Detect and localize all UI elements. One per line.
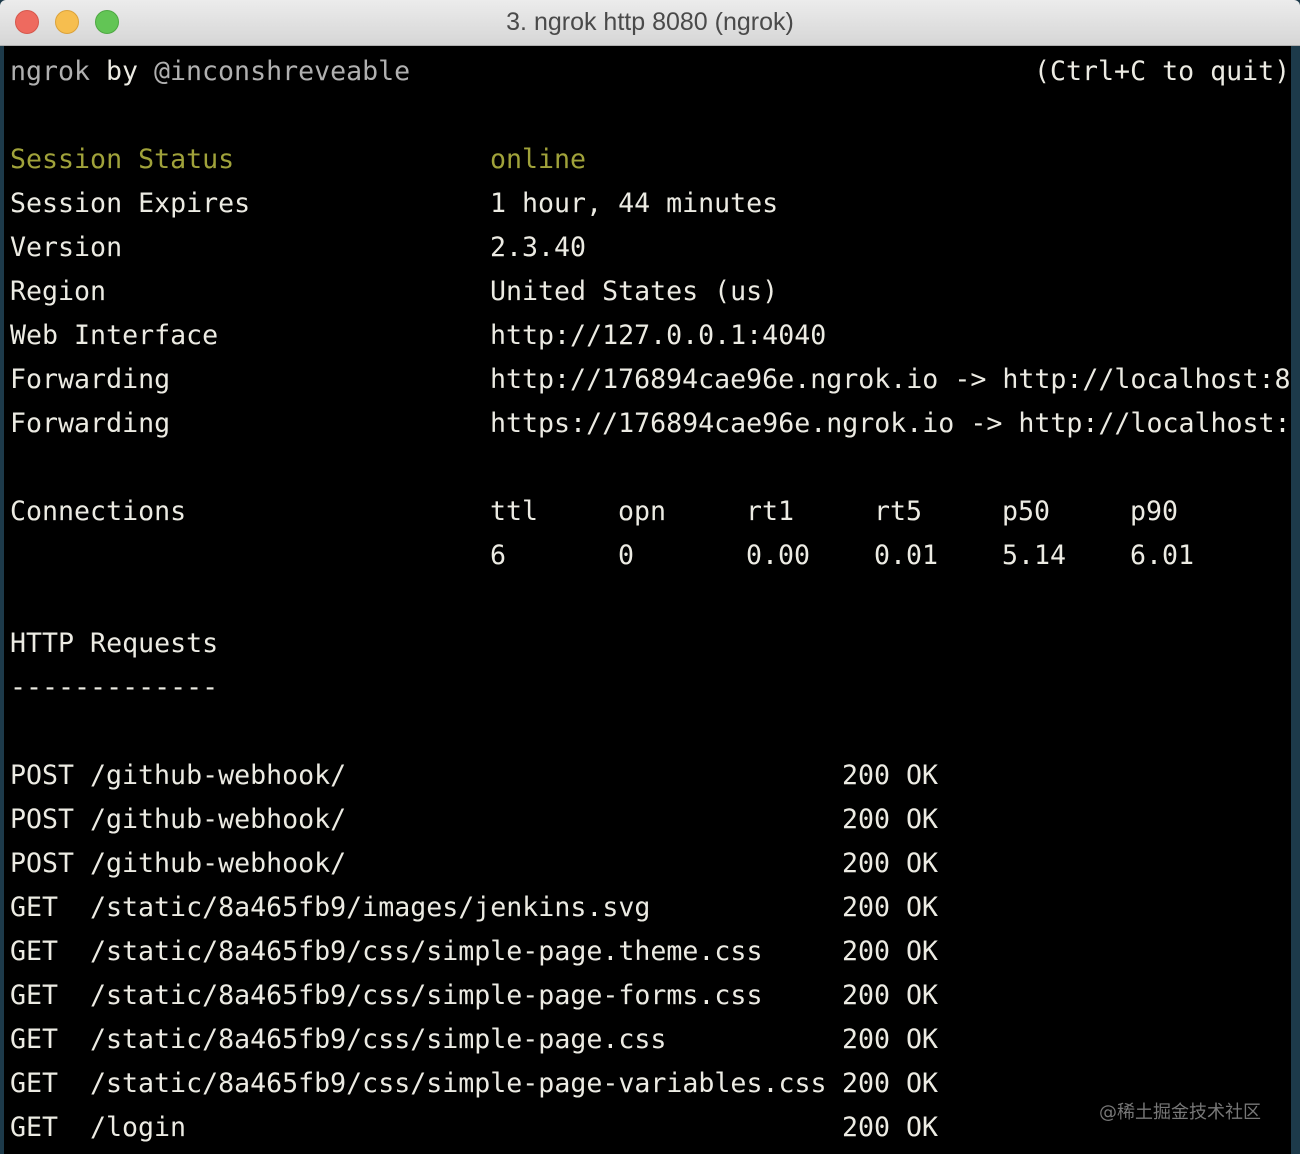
conn-header-p50: p50 xyxy=(1002,496,1051,527)
region-label: Region xyxy=(10,276,107,307)
session-status-value: online xyxy=(490,144,587,175)
http-requests-rule: ------------- xyxy=(10,672,219,703)
by-text: by xyxy=(106,56,139,87)
response-status: OK xyxy=(906,804,939,835)
request-method: GET xyxy=(10,1112,59,1143)
http-requests-rule-row: ------------- xyxy=(4,666,1291,710)
connections-label: Connections xyxy=(10,496,187,527)
forwarding-row: Forwarding http://176894cae96e.ngrok.io … xyxy=(4,358,1291,402)
response-code: 200 xyxy=(842,1112,891,1143)
response-code: 200 xyxy=(842,980,891,1011)
request-method: GET xyxy=(10,1068,59,1099)
conn-value-p50: 5.14 xyxy=(1002,540,1067,571)
region-value: United States (us) xyxy=(490,276,779,307)
response-status: OK xyxy=(906,848,939,879)
quit-hint: (Ctrl+C to quit) xyxy=(1034,56,1291,87)
request-row: GET/static/8a465fb9/css/simple-page.css 2… xyxy=(4,1018,1291,1062)
response-status: OK xyxy=(906,1112,939,1143)
request-row: GET/static/8a465fb9/css/simple-page.them… xyxy=(4,930,1291,974)
session-expires-row: Session Expires 1 hour, 44 minutes xyxy=(4,182,1291,226)
response-status: OK xyxy=(906,980,939,1011)
forwarding-label: Forwarding xyxy=(10,408,171,439)
response-code: 200 xyxy=(842,804,891,835)
conn-header-rt1: rt1 xyxy=(746,496,795,527)
title-bar: 3. ngrok http 8080 (ngrok) xyxy=(0,0,1300,46)
request-method: POST xyxy=(10,760,75,791)
request-method: GET xyxy=(10,892,59,923)
request-path: /github-webhook/ xyxy=(90,760,347,791)
response-status: OK xyxy=(906,936,939,967)
brand: ngrok xyxy=(10,56,91,87)
terminal-output[interactable]: ngrok by @inconshreveable (Ctrl+C to qui… xyxy=(4,46,1291,1154)
conn-header-opn: opn xyxy=(618,496,667,527)
web-interface-row: Web Interface http://127.0.0.1:4040 xyxy=(4,314,1291,358)
connections-values-row: 6 0 0.00 0.01 5.14 6.01 xyxy=(4,534,1291,578)
response-status: OK xyxy=(906,892,939,923)
request-method: POST xyxy=(10,804,75,835)
forwarding-value[interactable]: http://176894cae96e.ngrok.io -> http://l… xyxy=(490,358,1291,402)
conn-header-p90: p90 xyxy=(1130,496,1179,527)
conn-value-p90: 6.01 xyxy=(1130,540,1195,571)
web-interface-label: Web Interface xyxy=(10,320,219,351)
request-row: GET/static/8a465fb9/css/simple-page-form… xyxy=(4,974,1291,1018)
version-value: 2.3.40 xyxy=(490,232,587,263)
web-interface-link[interactable]: http://127.0.0.1:4040 xyxy=(490,314,826,358)
http-requests-title: HTTP Requests xyxy=(10,628,219,659)
session-status-label: Session Status xyxy=(10,144,235,175)
request-method: GET xyxy=(10,936,59,967)
session-expires-label: Session Expires xyxy=(10,188,251,219)
request-path: /github-webhook/ xyxy=(90,804,347,835)
request-row: POST/github-webhook/200 OK xyxy=(4,798,1291,842)
region-row: Region United States (us) xyxy=(4,270,1291,314)
request-path: /login xyxy=(90,1112,187,1143)
request-row: POST/github-webhook/200 OK xyxy=(4,754,1291,798)
response-code: 200 xyxy=(842,1068,891,1099)
request-path: /static/8a465fb9/css/simple-page.css xyxy=(90,1024,667,1055)
request-method: GET xyxy=(10,980,59,1011)
forwarding-value[interactable]: https://176894cae96e.ngrok.io -> http://… xyxy=(490,402,1291,446)
request-method: POST xyxy=(10,848,75,879)
response-code: 200 xyxy=(842,892,891,923)
response-code: 200 xyxy=(842,1024,891,1055)
header-line: ngrok by @inconshreveable (Ctrl+C to qui… xyxy=(4,50,1291,94)
request-path: /github-webhook/ xyxy=(90,848,347,879)
request-path: /static/8a465fb9/images/jenkins.svg xyxy=(90,892,651,923)
response-code: 200 xyxy=(842,936,891,967)
request-path: /static/8a465fb9/css/simple-page-forms.c… xyxy=(90,980,763,1011)
version-label: Version xyxy=(10,232,123,263)
conn-value-rt1: 0.00 xyxy=(746,540,811,571)
request-method: GET xyxy=(10,1024,59,1055)
request-path: /static/8a465fb9/css/simple-page.theme.c… xyxy=(90,936,763,967)
http-requests-title-row: HTTP Requests xyxy=(4,622,1291,666)
window-title: 3. ngrok http 8080 (ngrok) xyxy=(506,8,794,36)
response-code: 200 xyxy=(842,760,891,791)
conn-value-rt5: 0.01 xyxy=(874,540,939,571)
connections-header-row: Connections ttl opn rt1 rt5 p50 p90 xyxy=(4,490,1291,534)
session-status-row: Session Status online xyxy=(4,138,1291,182)
version-row: Version 2.3.40 xyxy=(4,226,1291,270)
response-status: OK xyxy=(906,1024,939,1055)
request-row: GET/login 200 OK xyxy=(4,1106,1291,1150)
request-row: POST/github-webhook/200 OK xyxy=(4,842,1291,886)
conn-header-ttl: ttl xyxy=(490,496,539,527)
session-expires-value: 1 hour, 44 minutes xyxy=(490,188,779,219)
response-status: OK xyxy=(906,1068,939,1099)
request-row: GET/static/8a465fb9/css/simple-page-vari… xyxy=(4,1062,1291,1106)
response-status: OK xyxy=(906,760,939,791)
conn-value-opn: 0 xyxy=(618,540,635,571)
watermark: @稀土掘金技术社区 xyxy=(1099,1102,1261,1123)
request-row: GET/static/8a465fb9/images/jenkins.svg 20… xyxy=(4,886,1291,930)
response-code: 200 xyxy=(842,848,891,879)
request-path: /static/8a465fb9/css/simple-page-variabl… xyxy=(90,1068,827,1099)
forwarding-row: Forwarding https://176894cae96e.ngrok.io… xyxy=(4,402,1291,446)
author: @inconshreveable xyxy=(154,56,411,87)
conn-value-ttl: 6 xyxy=(490,540,507,571)
conn-header-rt5: rt5 xyxy=(874,496,923,527)
forwarding-label: Forwarding xyxy=(10,364,171,395)
